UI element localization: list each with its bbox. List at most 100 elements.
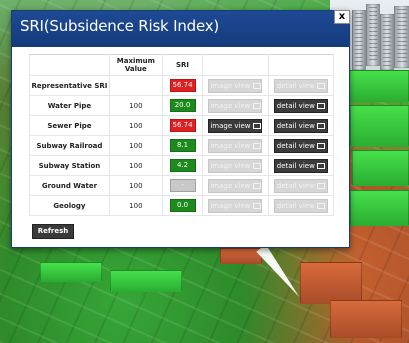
detail-icon	[316, 182, 325, 189]
image-icon	[252, 202, 261, 209]
close-icon[interactable]: x	[334, 10, 350, 24]
max-value: 100	[108, 195, 163, 216]
sri-value-badge: -	[169, 179, 196, 192]
image-cell: image view	[202, 195, 269, 216]
risk-block-low	[349, 70, 409, 102]
risk-block-high	[300, 262, 362, 304]
detail-icon	[316, 162, 325, 169]
sri-table: Maximum Value SRI Representative SRI 56.7…	[29, 54, 335, 216]
max-value	[108, 75, 163, 96]
image-view-button: image view	[208, 78, 263, 93]
detail-view-button: detail view	[273, 178, 328, 193]
detail-view-label: detail view	[276, 201, 315, 210]
column-header-image	[202, 54, 269, 76]
sri-cell: 56.74	[161, 115, 204, 136]
detail-icon	[316, 122, 325, 129]
detail-view-label: detail view	[276, 101, 315, 110]
row-label: Water Pipe	[29, 95, 110, 116]
image-icon	[252, 102, 261, 109]
building	[352, 10, 366, 70]
table-row: Geology 100 0.0 image view detail view	[29, 195, 335, 216]
image-view-button: image view	[208, 158, 263, 173]
image-cell: image view	[202, 155, 269, 176]
building	[394, 6, 409, 68]
detail-cell: detail view	[267, 175, 335, 196]
image-cell: image view	[202, 95, 269, 116]
risk-block-high	[330, 300, 402, 338]
detail-icon	[316, 142, 325, 149]
image-view-label: image view	[210, 181, 251, 190]
detail-view-button[interactable]: detail view	[273, 158, 328, 173]
detail-cell: detail view	[267, 155, 335, 176]
image-view-label: image view	[210, 161, 251, 170]
image-cell: image view	[202, 115, 269, 136]
detail-cell: detail view	[267, 115, 335, 136]
sri-cell: -	[161, 175, 204, 196]
detail-cell: detail view	[267, 195, 335, 216]
image-view-button: image view	[208, 198, 263, 213]
detail-view-label: detail view	[276, 161, 315, 170]
dialog-header: SRI(Subsidence Risk Index) x	[12, 10, 350, 47]
image-view-button: image view	[208, 138, 263, 153]
row-label: Sewer Pipe	[29, 115, 110, 136]
refresh-button[interactable]: Refresh	[32, 224, 74, 239]
detail-cell: detail view	[267, 75, 335, 96]
risk-block-low	[40, 262, 102, 282]
max-value: 100	[108, 135, 163, 156]
column-header-max: Maximum Value	[108, 54, 163, 76]
detail-view-button[interactable]: detail view	[273, 138, 328, 153]
detail-view-label: detail view	[276, 121, 315, 130]
image-cell: image view	[202, 175, 269, 196]
image-view-button: image view	[208, 98, 263, 113]
detail-icon	[316, 82, 325, 89]
image-view-label: image view	[210, 201, 251, 210]
detail-view-label: detail view	[276, 181, 315, 190]
table-row: Water Pipe 100 20.0 image view detail view	[29, 95, 335, 116]
max-value: 100	[108, 175, 163, 196]
detail-view-label: detail view	[276, 141, 315, 150]
detail-view-button: detail view	[273, 198, 328, 213]
row-label: Geology	[29, 195, 110, 216]
image-view-label: image view	[210, 141, 251, 150]
max-value: 100	[108, 155, 163, 176]
risk-block-low	[352, 150, 409, 186]
detail-cell: detail view	[267, 135, 335, 156]
table-row: Subway Station 100 4.2 image view detail vie…	[29, 155, 335, 176]
detail-view-button[interactable]: detail view	[273, 118, 328, 133]
sri-cell: 8.1	[161, 135, 204, 156]
sri-value-badge: 8.1	[169, 139, 196, 152]
table-header-row: Maximum Value SRI	[29, 54, 335, 76]
max-value: 100	[108, 95, 163, 116]
image-icon	[252, 122, 261, 129]
image-icon	[252, 182, 261, 189]
dialog-title: SRI(Subsidence Risk Index)	[20, 17, 220, 35]
sri-value-badge: 4.2	[169, 159, 196, 172]
sri-cell: 20.0	[161, 95, 204, 116]
detail-view-button[interactable]: detail view	[273, 98, 328, 113]
sri-cell: 56.74	[161, 75, 204, 96]
row-label: Subway Railroad	[29, 135, 110, 156]
sri-dialog: SRI(Subsidence Risk Index) x Maximum Val…	[11, 10, 350, 248]
image-cell: image view	[202, 135, 269, 156]
sri-value-badge: 56.74	[169, 79, 196, 92]
image-view-button[interactable]: image view	[208, 118, 263, 133]
image-view-label: image view	[210, 101, 251, 110]
detail-icon	[316, 202, 325, 209]
image-icon	[252, 162, 261, 169]
detail-view-label: detail view	[276, 81, 315, 90]
image-icon	[252, 142, 261, 149]
column-header-detail	[267, 54, 335, 76]
row-label: Subway Station	[29, 155, 110, 176]
table-row: Representative SRI 56.74 image view detail …	[29, 75, 335, 96]
image-view-label: image view	[210, 121, 251, 130]
table-row: Ground Water 100- image view detail view	[29, 175, 335, 196]
building	[380, 14, 394, 70]
image-cell: image view	[202, 75, 269, 96]
risk-block-low	[350, 190, 409, 226]
column-header-sri: SRI	[161, 54, 204, 76]
risk-block-low	[350, 105, 409, 147]
table-row: Subway Railroad 100 8.1 image view detail vi…	[29, 135, 335, 156]
image-icon	[252, 82, 261, 89]
sri-value-badge: 20.0	[169, 99, 196, 112]
column-header-item	[29, 54, 110, 76]
